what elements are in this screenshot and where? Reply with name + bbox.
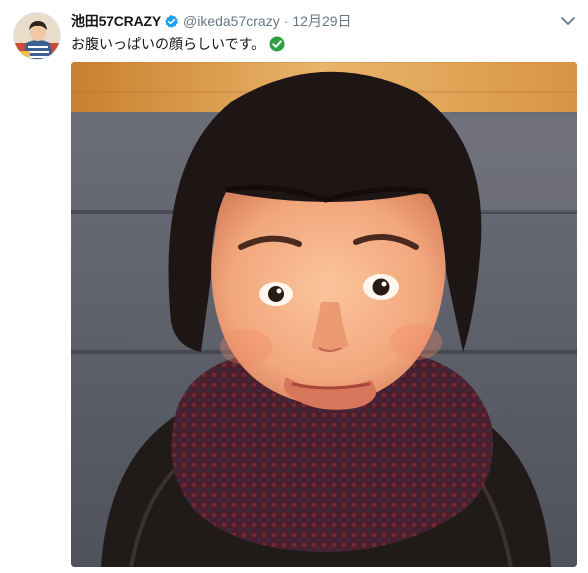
- photo-illustration: [71, 62, 577, 567]
- tweet-card[interactable]: 池田57CRAZY @ikeda57crazy · 12月29日 お腹いっぱいの…: [0, 0, 588, 573]
- avatar[interactable]: [13, 12, 61, 60]
- user-handle[interactable]: @ikeda57crazy: [183, 13, 280, 29]
- display-name[interactable]: 池田57CRAZY: [71, 11, 161, 31]
- verified-badge-icon: [164, 14, 179, 29]
- tweet-text-content: お腹いっぱいの顔らしいです。: [71, 36, 266, 52]
- chevron-down-icon[interactable]: [560, 14, 576, 26]
- check-mark-emoji-icon: [269, 36, 285, 52]
- tweet-text: お腹いっぱいの顔らしいです。: [71, 33, 285, 55]
- separator-dot: ·: [283, 13, 289, 29]
- tweet-header: 池田57CRAZY @ikeda57crazy · 12月29日: [71, 11, 352, 31]
- timestamp-link[interactable]: 12月29日: [292, 11, 351, 31]
- tweet-photo[interactable]: [71, 62, 577, 567]
